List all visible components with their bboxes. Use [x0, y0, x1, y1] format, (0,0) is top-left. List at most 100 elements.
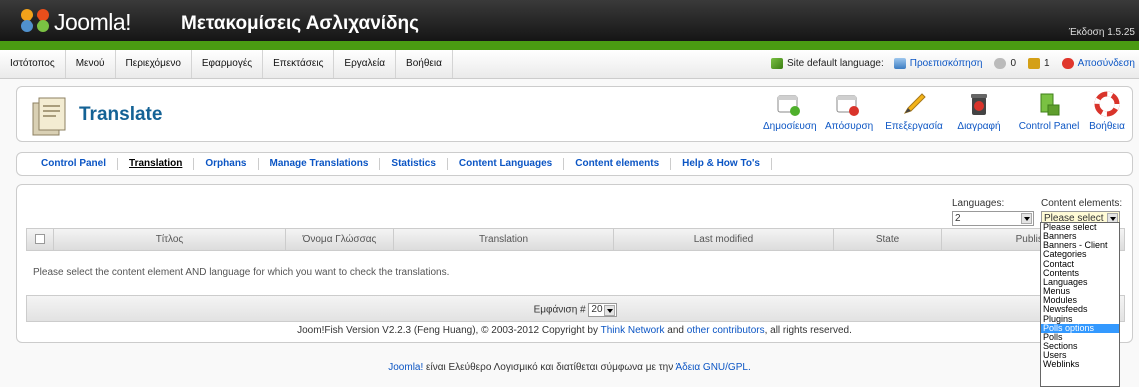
translate-page-icon [32, 97, 66, 136]
dropdown-option[interactable]: Users [1041, 351, 1119, 360]
license-text: είναι Ελεύθερο Λογισμικό και διατίθεται … [426, 362, 674, 373]
publish-icon [777, 95, 800, 116]
copyright-text: Joom!Fish Version V2.2.3 (Feng Huang), ©… [297, 325, 598, 336]
admin-header: Joomla! Μετακομίσεις Ασλιχανίδης Έκδοση … [0, 0, 1139, 50]
logout-icon [1061, 58, 1074, 69]
help-label: Βοήθεια [1089, 121, 1125, 132]
dropdown-option[interactable]: Modules [1041, 296, 1119, 305]
tab-orphans[interactable]: Orphans [194, 158, 259, 170]
language-icon [771, 58, 784, 69]
menu-item-extensions[interactable]: Επεκτάσεις [263, 50, 335, 78]
dropdown-option[interactable]: Contents [1041, 269, 1119, 278]
menu-item-content[interactable]: Περιεχόμενο [116, 50, 192, 78]
preview-link[interactable]: Προεπισκόπηση [910, 58, 983, 69]
display-label: Εμφάνιση # [533, 304, 586, 316]
content-elements-label: Content elements: [1041, 198, 1123, 209]
languages-select[interactable]: 2 [952, 211, 1034, 226]
dropdown-option[interactable]: Menus [1041, 287, 1119, 296]
page-title: Translate [79, 104, 163, 125]
edit-button[interactable]: Επεξεργασία [885, 91, 943, 132]
users-count[interactable]: 1 [1044, 58, 1050, 69]
publish-button[interactable]: Δημοσίευση [763, 91, 817, 132]
other-contributors-link[interactable]: other contributors [687, 325, 765, 336]
gpl-link[interactable]: Άδεια GNU/GPL. [675, 362, 750, 373]
dropdown-option[interactable]: Sections [1041, 342, 1119, 351]
select-all-cell [27, 229, 54, 250]
tab-content-elements[interactable]: Content elements [564, 158, 672, 170]
column-title[interactable]: Τίτλος [54, 229, 286, 250]
menu-item-site[interactable]: Ιστότοπος [0, 50, 66, 78]
content-elements-dropdown-list[interactable]: Please select Banners Banners - Client C… [1040, 222, 1120, 387]
users-icon [1028, 58, 1041, 69]
messages-count[interactable]: 0 [1010, 58, 1016, 69]
menu-item-tools[interactable]: Εργαλεία [334, 50, 397, 78]
main-menu: Ιστότοπος Μενού Περιεχόμενο Εφαρμογές Επ… [0, 50, 453, 78]
menu-item-menus[interactable]: Μενού [66, 50, 116, 78]
logout-link[interactable]: Αποσύνδεση [1078, 58, 1135, 69]
column-state[interactable]: State [834, 229, 942, 250]
think-network-link[interactable]: Think Network [601, 325, 665, 336]
tab-statistics[interactable]: Statistics [380, 158, 448, 170]
chevron-down-icon [1021, 213, 1032, 224]
publish-label: Δημοσίευση [763, 121, 817, 132]
main-panel: Languages: 2 Content elements: Please se… [16, 184, 1133, 343]
delete-icon [971, 94, 987, 115]
dropdown-option[interactable]: Categories [1041, 250, 1119, 259]
table-header: Τίτλος Όνομα Γλώσσας Translation Last mo… [26, 228, 1125, 251]
control-panel-icon [1040, 93, 1060, 116]
delete-button[interactable]: Διαγραφή [955, 91, 1003, 132]
languages-select-value: 2 [955, 213, 961, 224]
dropdown-option[interactable]: Banners - Client [1041, 241, 1119, 250]
toolbar-box: Translate Δημοσίευση Απόσυρση Επεξεργασί… [16, 86, 1133, 142]
menu-item-components[interactable]: Εφαρμογές [192, 50, 264, 78]
delete-label: Διαγραφή [957, 121, 1001, 132]
tab-control-panel[interactable]: Control Panel [30, 158, 119, 170]
unpublish-button[interactable]: Απόσυρση [825, 91, 873, 132]
pagination-display: Εμφάνιση # 20 [27, 303, 1124, 317]
and-text: and [667, 325, 684, 336]
tab-help-how-tos[interactable]: Help & How To's [671, 158, 772, 170]
header-green-band [0, 41, 1139, 50]
table-footer: Εμφάνιση # 20 [26, 295, 1125, 322]
messages-icon [994, 58, 1007, 69]
joomla-logo-icon [21, 9, 49, 32]
copyright-line: Joom!Fish Version V2.2.3 (Feng Huang), ©… [17, 325, 1132, 336]
edit-icon [903, 93, 926, 114]
column-language-name[interactable]: Όνομα Γλώσσας [286, 229, 394, 250]
dropdown-option[interactable]: Polls [1041, 333, 1119, 342]
license-footer: Joomla! είναι Ελεύθερο Λογισμικό και δια… [0, 362, 1139, 373]
tab-translation[interactable]: Translation [118, 158, 195, 170]
display-count-select[interactable]: 20 [588, 303, 618, 317]
help-button[interactable]: Βοήθεια [1087, 91, 1127, 132]
site-default-language-label: Site default language: [787, 58, 884, 69]
column-translation[interactable]: Translation [394, 229, 614, 250]
version-label: Έκδοση 1.5.25 [1068, 27, 1135, 38]
dropdown-option[interactable]: Newsfeeds [1041, 305, 1119, 314]
rights-text: , all rights reserved. [764, 325, 852, 336]
tab-content-languages[interactable]: Content Languages [448, 158, 565, 170]
joomla-link[interactable]: Joomla! [388, 362, 423, 373]
dropdown-option[interactable]: Weblinks [1041, 360, 1119, 369]
languages-label: Languages: [952, 198, 1005, 209]
tab-manage-translations[interactable]: Manage Translations [259, 158, 381, 170]
control-panel-button[interactable]: Control Panel [1017, 91, 1081, 132]
display-count-value: 20 [591, 304, 603, 315]
empty-message: Please select the content element AND la… [33, 267, 450, 278]
dropdown-option[interactable]: Plugins [1041, 315, 1119, 324]
dropdown-option-highlighted[interactable]: Polls options [1041, 323, 1119, 333]
dropdown-option[interactable]: Contact [1041, 260, 1119, 269]
edit-label: Επεξεργασία [885, 121, 943, 132]
unpublish-label: Απόσυρση [825, 121, 874, 132]
submenu: Control Panel Translation Orphans Manage… [16, 152, 1133, 176]
menu-bar: Ιστότοπος Μενού Περιεχόμενο Εφαρμογές Επ… [0, 50, 1139, 79]
column-last-modified[interactable]: Last modified [614, 229, 834, 250]
dropdown-option[interactable]: Languages [1041, 278, 1119, 287]
status-bar: Site default language: Προεπισκόπηση 0 1… [771, 58, 1135, 69]
chevron-down-icon [604, 305, 616, 316]
dropdown-option[interactable]: Please select [1041, 223, 1119, 232]
preview-icon [893, 58, 906, 69]
menu-item-help[interactable]: Βοήθεια [396, 50, 453, 78]
help-icon [1094, 91, 1120, 117]
select-all-checkbox[interactable] [35, 234, 45, 244]
dropdown-option[interactable]: Banners [1041, 232, 1119, 241]
